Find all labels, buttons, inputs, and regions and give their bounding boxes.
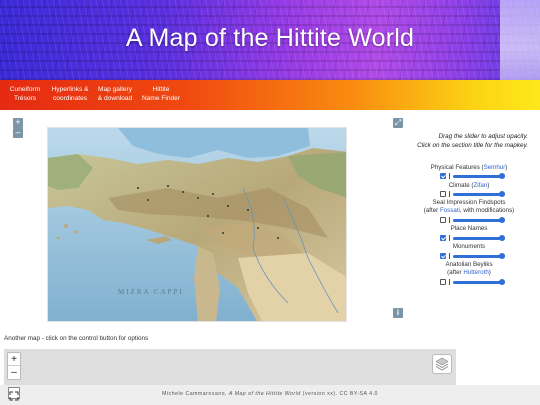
- layer-title-physical-features[interactable]: Physical Features (Semhur): [404, 164, 534, 172]
- sea-label: MIZRA CAPPI: [118, 288, 184, 296]
- navbar: Cuneiform Trésors Hyperlinks & coordinat…: [0, 80, 540, 110]
- checkbox-place-names[interactable]: [440, 235, 446, 241]
- layers-icon: [435, 357, 449, 371]
- nav-map-gallery[interactable]: Map gallery & download: [96, 85, 134, 103]
- instructions-line-2: Click on the section title for the mapke…: [417, 141, 528, 149]
- separator: [449, 279, 450, 285]
- nav-hittite-name-finder[interactable]: Hittite Name Finder: [140, 85, 182, 103]
- layer-title-anatolian-beyliks[interactable]: Anatolian Beyliks (after Hutteroth): [404, 261, 534, 277]
- separator: [449, 253, 450, 259]
- second-map-zoom-control: + –: [7, 352, 21, 380]
- zoom-out-button[interactable]: –: [13, 128, 23, 138]
- main-map[interactable]: MIZRA CAPPI: [47, 127, 347, 322]
- checkbox-physical-features[interactable]: [440, 173, 446, 179]
- checkbox-anatolian-beyliks[interactable]: [440, 279, 446, 285]
- checkbox-monuments[interactable]: [440, 253, 446, 259]
- map-image: MIZRA CAPPI: [48, 128, 346, 321]
- slider-physical-features[interactable]: [453, 175, 505, 178]
- footer-credit: Michele Cammarosano, A Map of the Hittit…: [162, 391, 378, 397]
- nav-hyperlinks-coordinates[interactable]: Hyperlinks & coordinates: [48, 85, 92, 103]
- link-hutteroth[interactable]: Hutteroth: [463, 269, 488, 276]
- layer-title-seal-impressions[interactable]: Seal Impression Findspots (after Fossati,…: [404, 199, 534, 215]
- layers-control-button[interactable]: [432, 354, 452, 374]
- link-semhur[interactable]: Semhur: [484, 164, 506, 171]
- slider-knob[interactable]: [499, 253, 505, 259]
- link-fossati[interactable]: Fossati: [440, 207, 460, 214]
- slider-monuments[interactable]: [453, 255, 505, 258]
- separator: [449, 217, 450, 223]
- separator: [449, 235, 450, 241]
- header-banner: A Map of the Hittite World: [0, 0, 540, 80]
- slider-climate[interactable]: [453, 193, 505, 196]
- instructions-line-1: Drag the slider to adjust opacity.: [438, 133, 529, 140]
- site-title: A Map of the Hittite World: [125, 24, 415, 52]
- second-map-caption: Another map - click on the control butto…: [4, 335, 149, 342]
- slider-knob[interactable]: [499, 279, 505, 285]
- layer-title-place-names[interactable]: Place Names: [404, 225, 534, 233]
- slider-knob[interactable]: [499, 173, 505, 179]
- second-map-zoom-out[interactable]: –: [8, 366, 20, 379]
- slider-knob[interactable]: [499, 191, 505, 197]
- slider-place-names[interactable]: [453, 237, 505, 240]
- slider-knob[interactable]: [499, 235, 505, 241]
- slider-seal-impressions[interactable]: [453, 219, 505, 222]
- second-map-zoom-in[interactable]: +: [8, 353, 20, 366]
- separator: [449, 191, 450, 197]
- checkbox-seal-impressions[interactable]: [440, 217, 446, 223]
- slider-knob[interactable]: [499, 217, 505, 223]
- fullscreen-icon[interactable]: ⤢: [393, 118, 403, 128]
- info-button[interactable]: i: [393, 308, 403, 318]
- checkbox-climate[interactable]: [440, 191, 446, 197]
- link-zifan[interactable]: Zifan: [473, 182, 487, 189]
- layer-title-climate[interactable]: Climate (Zifan): [404, 182, 534, 190]
- nav-cuneiform-tresors[interactable]: Cuneiform Trésors: [8, 85, 42, 103]
- separator: [449, 173, 450, 179]
- second-map[interactable]: [4, 349, 456, 385]
- slider-anatolian-beyliks[interactable]: [453, 281, 505, 284]
- opacity-instructions: Drag the slider to adjust opacity. Click…: [402, 133, 528, 150]
- layer-title-monuments[interactable]: Monuments: [404, 243, 534, 251]
